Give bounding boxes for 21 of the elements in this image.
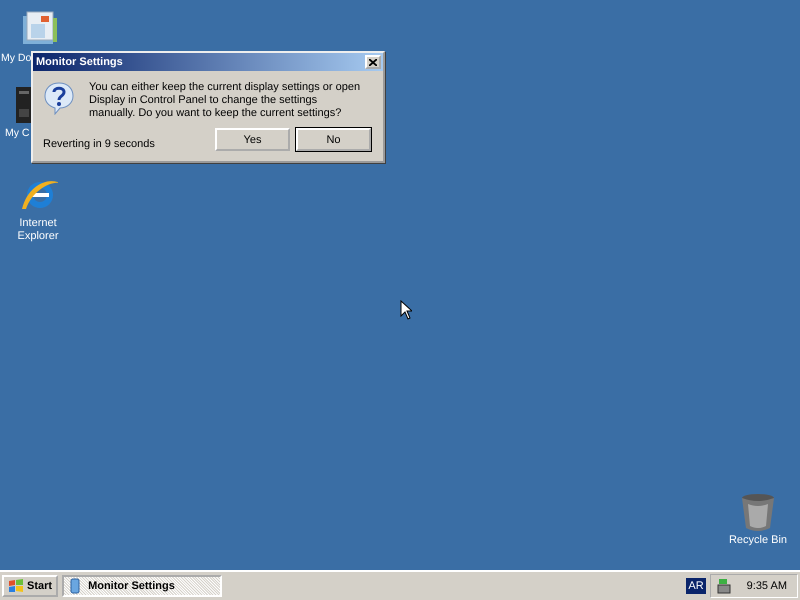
clock-text: 9:35 AM [746,580,787,592]
language-indicator[interactable]: AR [686,578,706,594]
close-button[interactable] [365,55,381,69]
window-icon [70,578,80,594]
icon-label: Internet Explorer [16,217,60,243]
mouse-cursor-icon [400,300,412,320]
icon-label: My Do [1,52,32,65]
message-text: You can either keep the current display settings or open Display in Control Panel to change the settings manually. Do you want to keep the current settings? [89,81,362,120]
windows-logo-icon [8,579,24,593]
network-icon [714,577,733,595]
countdown-text: Reverting in 9 seconds [43,138,155,150]
window-title: Monitor Settings [36,56,123,68]
icon-label: My C [5,127,30,140]
dialog-button[interactable]: No [296,128,371,151]
close-icon [369,58,377,66]
start-button[interactable]: Start [2,575,58,597]
dialog-button[interactable]: Yes [215,128,290,151]
icon-label: Recycle Bin [728,534,788,547]
taskbar-button[interactable]: Monitor Settings [62,575,222,597]
question-icon [43,81,75,115]
computer-icon [16,85,32,125]
